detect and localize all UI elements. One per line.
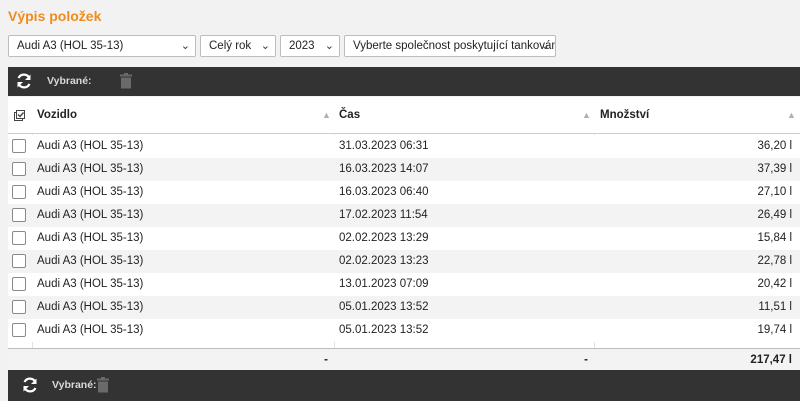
cell-vehicle: Audi A3 (HOL 35-13) xyxy=(37,324,144,336)
cell-vehicle: Audi A3 (HOL 35-13) xyxy=(37,209,144,221)
cell-time: 16.03.2023 06:40 xyxy=(339,186,429,198)
page-title: Výpis položek xyxy=(8,8,102,24)
row-checkbox[interactable] xyxy=(12,231,26,245)
table-row[interactable]: Audi A3 (HOL 35-13) 16.03.2023 14:07 37,… xyxy=(8,158,800,181)
row-checkbox[interactable] xyxy=(12,277,26,291)
trash-icon[interactable] xyxy=(97,377,109,393)
sort-icon[interactable]: ▲︎ xyxy=(322,97,331,134)
row-checkbox[interactable] xyxy=(12,323,26,337)
cell-quantity: 37,39 l xyxy=(757,163,792,175)
cell-vehicle: Audi A3 (HOL 35-13) xyxy=(37,232,144,244)
cell-quantity: 19,74 l xyxy=(757,324,792,336)
cell-quantity: 27,10 l xyxy=(757,186,792,198)
table-footer-row: - - 217,47 l xyxy=(8,348,800,370)
table-row[interactable]: Audi A3 (HOL 35-13) 02.02.2023 13:29 15,… xyxy=(8,227,800,250)
row-checkbox[interactable] xyxy=(12,139,26,153)
cell-quantity: 15,84 l xyxy=(757,232,792,244)
cell-vehicle: Audi A3 (HOL 35-13) xyxy=(37,301,144,313)
cell-quantity: 22,78 l xyxy=(757,255,792,267)
table-row[interactable]: Audi A3 (HOL 35-13) 05.01.2023 13:52 19,… xyxy=(8,319,800,342)
vehicle-select[interactable]: Audi A3 (HOL 35-13) ⌄ xyxy=(8,35,196,57)
chevron-down-icon: ⌄ xyxy=(260,40,270,52)
year-select-value: 2023 xyxy=(289,40,315,52)
refresh-icon[interactable] xyxy=(15,72,33,90)
footer-vehicle: - xyxy=(324,354,328,366)
table-row[interactable]: Audi A3 (HOL 35-13) 16.03.2023 06:40 27,… xyxy=(8,181,800,204)
select-all-icon[interactable] xyxy=(14,110,25,121)
table-header: Vozidlo ▲︎ Čas ▲︎ Množství ▲︎ xyxy=(8,97,800,134)
row-checkbox[interactable] xyxy=(12,254,26,268)
table-row[interactable]: Audi A3 (HOL 35-13) 17.02.2023 11:54 26,… xyxy=(8,204,800,227)
cell-vehicle: Audi A3 (HOL 35-13) xyxy=(37,163,144,175)
cell-quantity: 36,20 l xyxy=(757,140,792,152)
trash-icon[interactable] xyxy=(120,73,132,89)
table-row[interactable]: Audi A3 (HOL 35-13) 02.02.2023 13:23 22,… xyxy=(8,250,800,273)
cell-time: 31.03.2023 06:31 xyxy=(339,140,429,152)
selected-label: Vybrané: xyxy=(52,379,97,391)
row-checkbox[interactable] xyxy=(12,208,26,222)
top-toolbar: Vybrané: xyxy=(8,67,800,96)
cell-time: 13.01.2023 07:09 xyxy=(339,278,429,290)
vehicle-select-value: Audi A3 (HOL 35-13) xyxy=(17,40,124,52)
sort-icon[interactable]: ▲︎ xyxy=(787,97,796,134)
selected-label: Vybrané: xyxy=(47,75,92,87)
column-header-quantity[interactable]: Množství xyxy=(600,97,649,134)
company-select-value: Vyberte společnost poskytující tankování xyxy=(353,40,556,52)
column-header-vehicle[interactable]: Vozidlo xyxy=(37,97,77,134)
row-checkbox[interactable] xyxy=(12,300,26,314)
cell-vehicle: Audi A3 (HOL 35-13) xyxy=(37,255,144,267)
chevron-down-icon: ⌄ xyxy=(180,40,190,52)
column-header-time[interactable]: Čas xyxy=(339,97,360,134)
cell-vehicle: Audi A3 (HOL 35-13) xyxy=(37,278,144,290)
company-select[interactable]: Vyberte společnost poskytující tankování… xyxy=(344,35,556,57)
cell-time: 17.02.2023 11:54 xyxy=(339,209,428,221)
chevron-down-icon: ⌄ xyxy=(324,40,334,52)
table-row[interactable]: Audi A3 (HOL 35-13) 31.03.2023 06:31 36,… xyxy=(8,135,800,158)
cell-quantity: 26,49 l xyxy=(757,209,792,221)
items-table: Vozidlo ▲︎ Čas ▲︎ Množství ▲︎ Audi A3 (H… xyxy=(8,97,800,370)
table-row[interactable]: Audi A3 (HOL 35-13) 05.01.2023 13:52 11,… xyxy=(8,296,800,319)
cell-time: 02.02.2023 13:23 xyxy=(339,255,429,267)
chevron-down-icon: ⌄ xyxy=(540,40,550,52)
year-select[interactable]: 2023 ⌄ xyxy=(280,35,340,57)
row-checkbox[interactable] xyxy=(12,162,26,176)
sort-icon[interactable]: ▲︎ xyxy=(582,97,591,134)
cell-quantity: 20,42 l xyxy=(757,278,792,290)
period-select[interactable]: Celý rok ⌄ xyxy=(200,35,276,57)
cell-time: 02.02.2023 13:29 xyxy=(339,232,429,244)
refresh-icon[interactable] xyxy=(21,376,39,394)
cell-vehicle: Audi A3 (HOL 35-13) xyxy=(37,140,144,152)
cell-time: 05.01.2023 13:52 xyxy=(339,301,429,313)
cell-vehicle: Audi A3 (HOL 35-13) xyxy=(37,186,144,198)
cell-time: 16.03.2023 14:07 xyxy=(339,163,429,175)
cell-quantity: 11,51 l xyxy=(758,301,792,313)
footer-quantity-total: 217,47 l xyxy=(750,354,792,366)
table-row[interactable]: Audi A3 (HOL 35-13) 13.01.2023 07:09 20,… xyxy=(8,273,800,296)
row-checkbox[interactable] xyxy=(12,185,26,199)
period-select-value: Celý rok xyxy=(209,40,252,52)
footer-time: - xyxy=(584,354,588,366)
bottom-toolbar: Vybrané: xyxy=(8,370,800,401)
cell-time: 05.01.2023 13:52 xyxy=(339,324,429,336)
